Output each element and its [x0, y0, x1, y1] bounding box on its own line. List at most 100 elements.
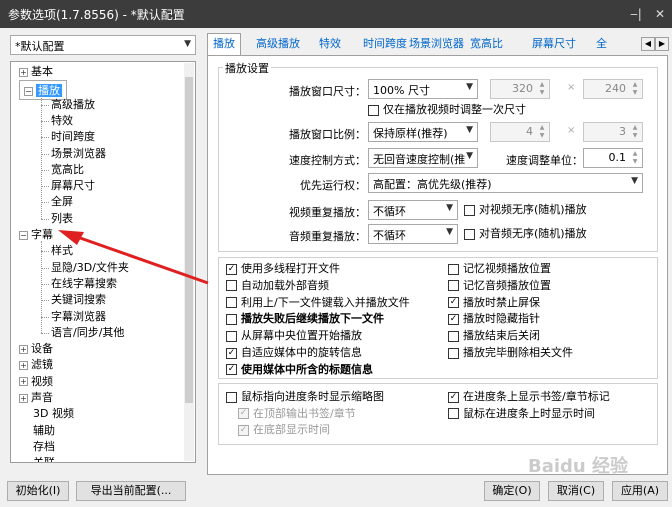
- option-checkbox[interactable]: 自动加载外部音频: [226, 278, 329, 294]
- audio-repeat-value: 不循环: [373, 229, 406, 242]
- tree-scrollbar[interactable]: [184, 63, 194, 461]
- title-bar: 参数选项(1.7.8556) - *默认配置 ‒| ✕: [0, 0, 672, 28]
- tree-item[interactable]: 时间跨度: [51, 129, 95, 145]
- tree-item[interactable]: 辅助: [33, 423, 55, 439]
- expand-icon[interactable]: +: [19, 393, 28, 403]
- tree-item[interactable]: 屏幕尺寸: [51, 178, 95, 194]
- tree-item-label: 关联: [33, 456, 55, 463]
- option-checkbox[interactable]: 记忆音频播放位置: [448, 278, 551, 294]
- option-checkbox[interactable]: 播放完毕删除相关文件: [448, 345, 573, 361]
- profile-select[interactable]: *默认配置 ▼: [10, 35, 196, 55]
- tree-item[interactable]: + 滤镜: [19, 357, 53, 373]
- tree-line: [41, 300, 49, 302]
- spin-icon[interactable]: ▲ ▼: [629, 150, 641, 166]
- tab-5[interactable]: 宽高比: [465, 34, 508, 54]
- window-size-select[interactable]: 100% 尺寸 ▼: [368, 79, 478, 99]
- ratio-value: 保持原样(推荐): [373, 127, 448, 140]
- tree-item[interactable]: + 基本: [19, 64, 53, 80]
- tree-item[interactable]: + 声音: [19, 390, 53, 406]
- tree-item[interactable]: 特效: [51, 113, 73, 129]
- audio-random-checkbox[interactable]: 对音频无序(随机)播放: [464, 226, 587, 242]
- pin-icon[interactable]: ‒|: [624, 7, 648, 21]
- resize-once-checkbox[interactable]: 仅在播放视频时调整一次尺寸: [368, 102, 526, 118]
- resize-once-label: 仅在播放视频时调整一次尺寸: [383, 103, 526, 116]
- tree-item[interactable]: 语言/同步/其他: [51, 325, 124, 341]
- ok-button[interactable]: 确定(O): [484, 481, 540, 501]
- option-checkbox[interactable]: 鼠标在进度条上时显示时间: [448, 406, 595, 422]
- expand-icon[interactable]: +: [19, 377, 28, 387]
- checkmark-icon: ✓: [238, 424, 249, 436]
- tab-prev-icon[interactable]: ◀: [641, 37, 655, 51]
- ratio-select[interactable]: 保持原样(推荐) ▼: [368, 122, 478, 142]
- spin-icon[interactable]: ▲ ▼: [629, 124, 641, 140]
- tab-1[interactable]: 高级播放: [251, 34, 305, 54]
- tree-item[interactable]: 样式: [51, 243, 73, 259]
- tab-6[interactable]: 屏幕尺寸: [527, 34, 581, 54]
- audio-repeat-select[interactable]: 不循环 ▼: [368, 224, 458, 244]
- spin-icon[interactable]: ▲ ▼: [536, 81, 548, 97]
- tree-item[interactable]: 列表: [51, 211, 73, 227]
- scrollbar-thumb[interactable]: [185, 77, 193, 403]
- spin-icon[interactable]: ▲ ▼: [536, 124, 548, 140]
- expand-icon[interactable]: +: [19, 344, 28, 354]
- tree-item-label: 关键词搜索: [51, 293, 106, 307]
- apply-button[interactable]: 应用(A): [612, 481, 668, 501]
- option-checkbox[interactable]: 记忆视频播放位置: [448, 261, 551, 277]
- option-label: 自适应媒体中的旋转信息: [241, 346, 362, 359]
- tree-item[interactable]: 显隐/3D/文件夹: [51, 260, 129, 276]
- chevron-down-icon: ▼: [631, 176, 638, 186]
- tree-item[interactable]: 全屏: [51, 194, 73, 210]
- tree-item[interactable]: 高级播放: [51, 97, 95, 113]
- tab-next-icon[interactable]: ▶: [655, 37, 669, 51]
- tab-0[interactable]: 播放: [207, 33, 241, 55]
- tab-7[interactable]: 全: [591, 34, 612, 54]
- tab-4[interactable]: 场景浏览器: [404, 34, 469, 54]
- tree-item[interactable]: 3D 视频: [33, 406, 74, 422]
- video-repeat-select[interactable]: 不循环 ▼: [368, 200, 458, 220]
- chevron-down-icon: ▼: [446, 227, 453, 237]
- height-input[interactable]: 240 ▲ ▼: [583, 79, 643, 99]
- collapse-icon[interactable]: −: [24, 86, 33, 96]
- width-input[interactable]: 320 ▲ ▼: [490, 79, 550, 99]
- init-button[interactable]: 初始化(I): [7, 481, 69, 501]
- tree-item[interactable]: 宽高比: [51, 162, 84, 178]
- tree-item[interactable]: + 设备: [19, 341, 53, 357]
- expand-icon[interactable]: +: [19, 360, 28, 370]
- collapse-icon[interactable]: −: [19, 230, 28, 240]
- option-checkbox[interactable]: ✓ 在进度条上显示书签/章节标记: [448, 389, 610, 405]
- option-checkbox[interactable]: ✓ 播放时隐藏指针: [448, 311, 540, 327]
- expand-icon[interactable]: +: [19, 67, 28, 77]
- speed-unit-input[interactable]: 0.1 ▲ ▼: [583, 148, 643, 168]
- option-checkbox[interactable]: ✓ 自适应媒体中的旋转信息: [226, 345, 362, 361]
- option-checkbox[interactable]: 播放结束后关闭: [448, 328, 540, 344]
- ratio-h-input[interactable]: 3 ▲ ▼: [583, 122, 643, 142]
- tree-item[interactable]: 存档: [33, 439, 55, 455]
- tree-item[interactable]: − 字幕: [19, 227, 53, 243]
- option-checkbox[interactable]: 鼠标指向进度条时显示缩略图: [226, 389, 384, 405]
- option-checkbox[interactable]: ✓ 使用媒体中所含的标题信息: [226, 362, 373, 378]
- tree-item[interactable]: 字幕浏览器: [51, 309, 106, 325]
- tree-item[interactable]: + 视频: [19, 374, 53, 390]
- tab-2[interactable]: 特效: [314, 34, 346, 54]
- video-random-checkbox[interactable]: 对视频无序(随机)播放: [464, 202, 587, 218]
- tree-item[interactable]: 在线字幕搜索: [51, 276, 117, 292]
- cancel-button[interactable]: 取消(C): [548, 481, 604, 501]
- tree-item[interactable]: 关键词搜索: [51, 292, 106, 308]
- ratio-w-input[interactable]: 4 ▲ ▼: [490, 122, 550, 142]
- tree-item[interactable]: 关联: [33, 455, 55, 463]
- option-checkbox[interactable]: ✓ 播放时禁止屏保: [448, 295, 540, 311]
- export-config-button[interactable]: 导出当前配置(...: [76, 481, 186, 501]
- tree-item[interactable]: 场景浏览器: [51, 146, 106, 162]
- spin-icon[interactable]: ▲ ▼: [629, 81, 641, 97]
- close-icon[interactable]: ✕: [648, 7, 672, 21]
- tree-line: [41, 251, 49, 253]
- video-repeat-label: 视频重复播放：: [289, 206, 366, 219]
- option-checkbox[interactable]: ✓ 使用多线程打开文件: [226, 261, 340, 277]
- option-checkbox[interactable]: 从屏幕中央位置开始播放: [226, 328, 362, 344]
- option-checkbox: ✓ 在顶部输出书签/章节: [238, 406, 356, 422]
- option-checkbox[interactable]: 播放失败后继续播放下一文件: [226, 311, 384, 327]
- speed-select[interactable]: 无回音速度控制(推 ▼: [368, 148, 478, 168]
- priority-select[interactable]: 高配置：高优先级(推荐) ▼: [368, 173, 643, 193]
- option-checkbox: ✓ 在底部显示时间: [238, 422, 330, 438]
- option-checkbox[interactable]: 利用上/下一文件键载入并播放文件: [226, 295, 410, 311]
